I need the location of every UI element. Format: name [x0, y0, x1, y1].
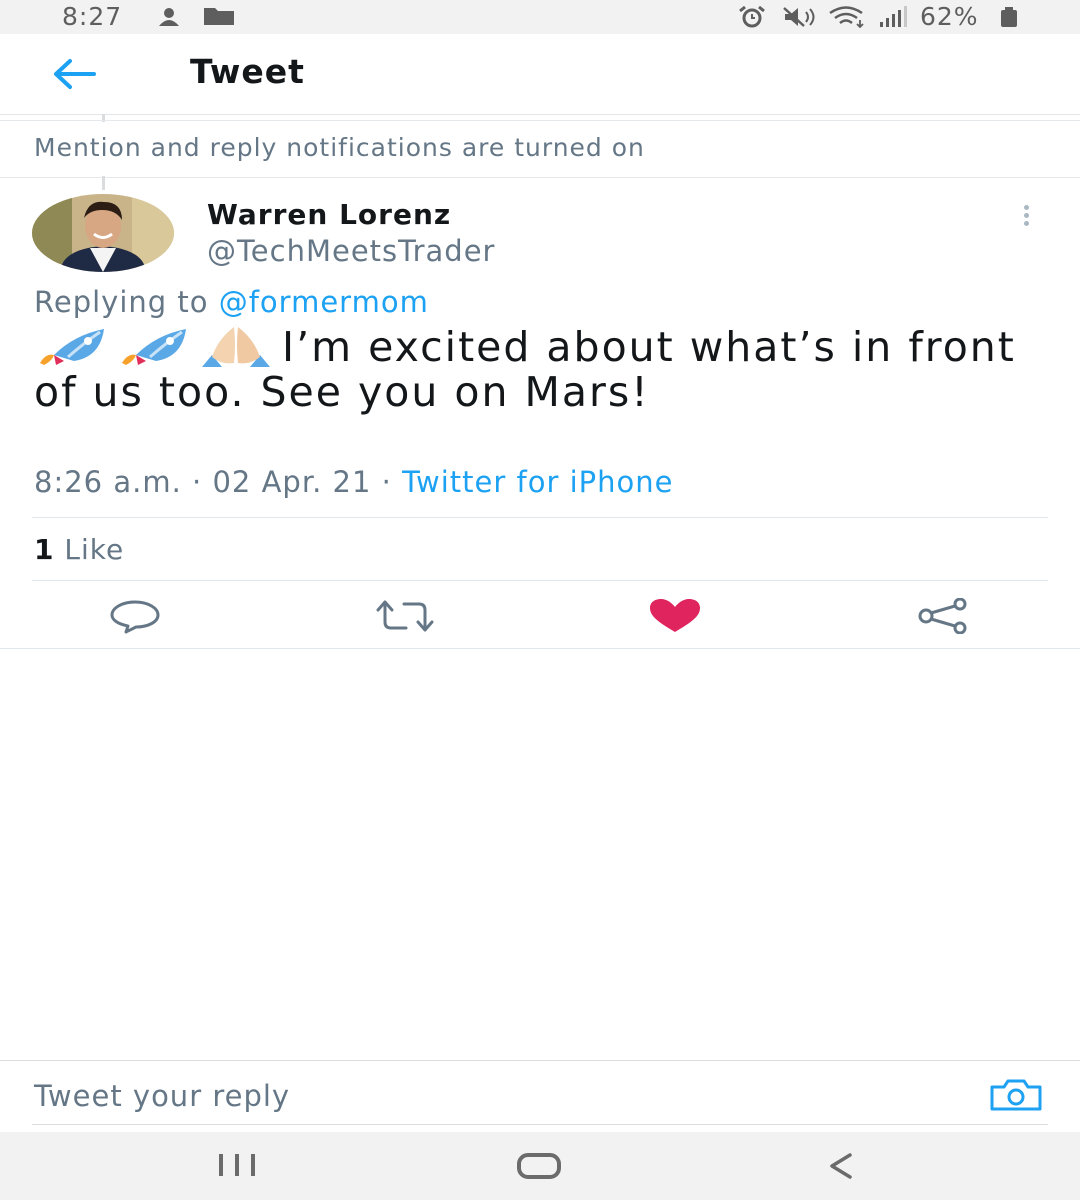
more-options-icon[interactable]: [1016, 205, 1036, 231]
reply-input[interactable]: Tweet your reply: [34, 1079, 290, 1113]
alarm-icon: [739, 6, 765, 28]
tweet-meta: 8:26 a.m. · 02 Apr. 21 · Twitter for iPh…: [34, 465, 674, 499]
reply-icon[interactable]: [108, 598, 162, 634]
retweet-icon[interactable]: [374, 598, 436, 634]
mention-link[interactable]: @formermom: [219, 285, 429, 319]
mute-icon: [783, 7, 815, 27]
tweet-time: 8:26 a.m.: [34, 465, 182, 499]
notification-notice: Mention and reply notifications are turn…: [0, 120, 1080, 178]
reply-underline: [32, 1124, 1048, 1125]
rocket-emoji-icon: [122, 329, 186, 365]
share-icon[interactable]: [916, 598, 972, 634]
meta-separator: ·: [181, 465, 213, 499]
status-bar: 8:27 62%: [0, 0, 1080, 34]
wifi-icon: [829, 6, 864, 28]
home-icon[interactable]: [516, 1152, 562, 1180]
status-time: 8:27: [62, 2, 123, 31]
tweet-source-link[interactable]: Twitter for iPhone: [402, 465, 673, 499]
back-nav-icon[interactable]: [826, 1152, 856, 1180]
folder-icon: [204, 8, 234, 25]
signal-icon: [880, 6, 907, 27]
camera-icon[interactable]: [988, 1079, 1044, 1111]
likes-summary[interactable]: 1 Like: [34, 533, 124, 566]
folded-hands-emoji-icon: [202, 327, 270, 367]
divider: [32, 517, 1048, 518]
system-nav-bar: [0, 1132, 1080, 1200]
meta-separator: ·: [371, 465, 403, 499]
divider: [32, 580, 1048, 581]
app-header: Tweet: [0, 34, 1080, 115]
thread-line: [102, 176, 105, 190]
arrow-left-icon[interactable]: [50, 56, 98, 92]
author-handle[interactable]: @TechMeetsTrader: [207, 234, 495, 268]
battery-percent: 62%: [920, 2, 979, 31]
tweet-body: I’m excited about what’s in front of us …: [34, 325, 1044, 415]
tweet-actions: [0, 582, 1080, 649]
replying-prefix: Replying to: [34, 285, 209, 319]
recent-apps-icon[interactable]: [216, 1152, 258, 1178]
page-title: Tweet: [190, 52, 305, 91]
notice-text: Mention and reply notifications are turn…: [34, 133, 645, 162]
reply-bar: Tweet your reply: [0, 1060, 1080, 1133]
like-icon[interactable]: [648, 598, 702, 634]
battery-icon: [1001, 7, 1017, 27]
like-label: Like: [64, 533, 125, 566]
author-name[interactable]: Warren Lorenz: [207, 198, 451, 231]
tweet-date: 02 Apr. 21: [212, 465, 372, 499]
replying-to-line: Replying to @formermom: [34, 285, 429, 319]
avatar[interactable]: [32, 194, 174, 272]
ghost-app-icon: [159, 8, 179, 26]
like-count: 1: [34, 533, 55, 566]
rocket-emoji-icon: [40, 329, 104, 365]
